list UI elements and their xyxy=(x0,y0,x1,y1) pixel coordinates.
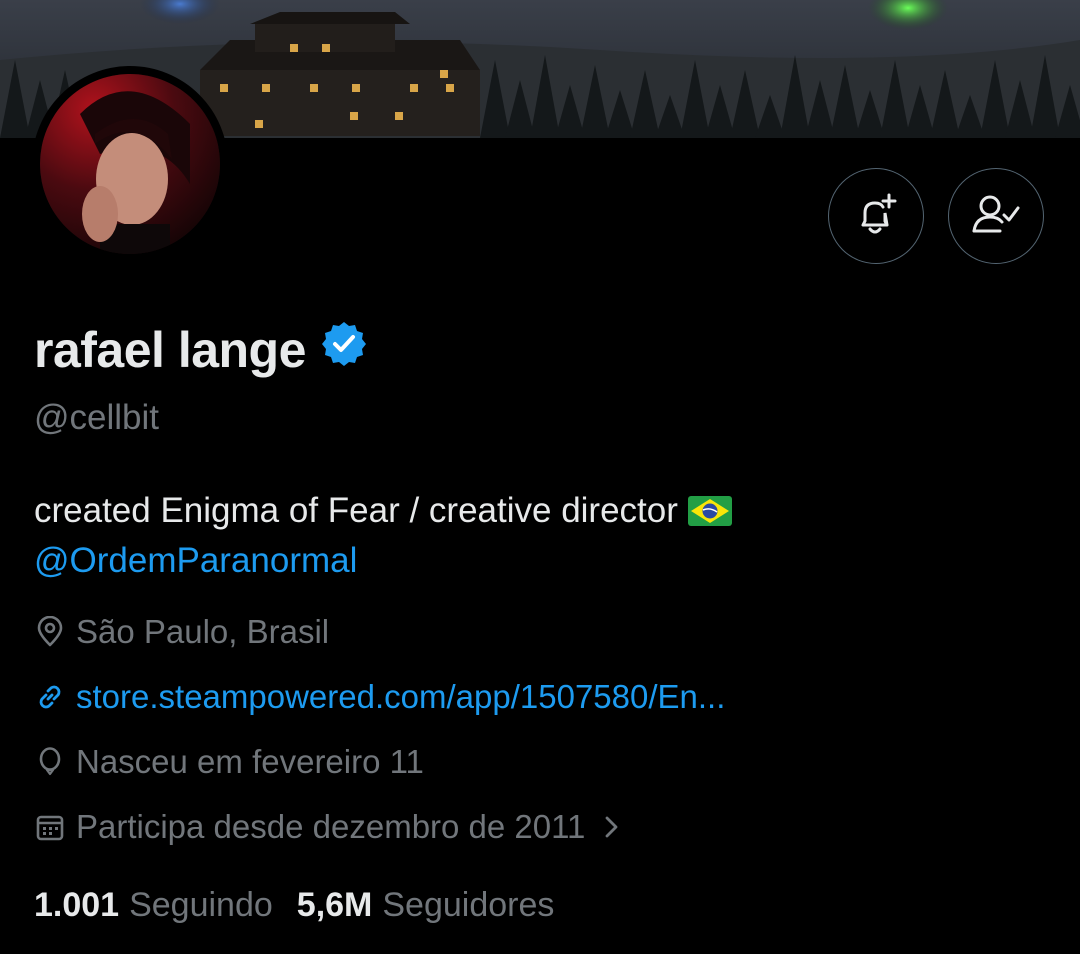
avatar[interactable] xyxy=(40,74,220,254)
profile-location: São Paulo, Brasil xyxy=(34,613,329,651)
verified-badge-icon[interactable] xyxy=(320,320,368,380)
profile-birthday: Nasceu em fevereiro 11 xyxy=(34,743,424,781)
profile-handle: @cellbit xyxy=(34,398,160,437)
profile-name-text: rafael lange xyxy=(34,322,306,378)
followers-label: Seguidores xyxy=(382,886,555,924)
balloon-icon xyxy=(39,747,61,776)
notifications-button[interactable] xyxy=(828,168,924,264)
following-label: Seguindo xyxy=(129,886,273,924)
profile-avatar-frame[interactable] xyxy=(32,66,228,262)
following-button[interactable] xyxy=(948,168,1044,264)
website-link[interactable]: store.steampowered.com/app/1507580/En... xyxy=(76,678,725,716)
bio-text: created Enigma of Fear / creative direct… xyxy=(34,491,678,530)
birthday-text: Nasceu em fevereiro 11 xyxy=(76,743,424,780)
location-text: São Paulo, Brasil xyxy=(76,613,330,650)
chevron-right-icon xyxy=(605,816,618,838)
following-count: 1.001 xyxy=(34,886,120,924)
profile-website[interactable]: store.steampowered.com/app/1507580/En... xyxy=(34,678,725,716)
profile-joined[interactable]: Participa desde dezembro de 2011 xyxy=(34,808,623,846)
joined-text: Participa desde dezembro de 2011 xyxy=(76,808,586,845)
profile-name: rafael lange xyxy=(34,320,368,380)
link-icon xyxy=(39,685,61,709)
followers-count: 5,6M xyxy=(296,886,373,924)
followers-stat[interactable]: 5,6M Seguidores xyxy=(297,886,555,925)
calendar-icon xyxy=(36,815,64,841)
following-stat[interactable]: 1.001 Seguindo xyxy=(34,886,273,925)
brazil-flag-icon xyxy=(687,492,732,538)
following-user-check-icon xyxy=(972,195,1020,233)
profile-stats: 1.001 Seguindo 5,6M Seguidores xyxy=(34,886,578,925)
notification-bell-plus-icon xyxy=(861,193,897,234)
location-pin-icon xyxy=(37,616,63,647)
profile-bio: created Enigma of Fear / creative direct… xyxy=(34,488,732,584)
bio-mention-link[interactable]: @OrdemParanormal xyxy=(34,538,732,584)
